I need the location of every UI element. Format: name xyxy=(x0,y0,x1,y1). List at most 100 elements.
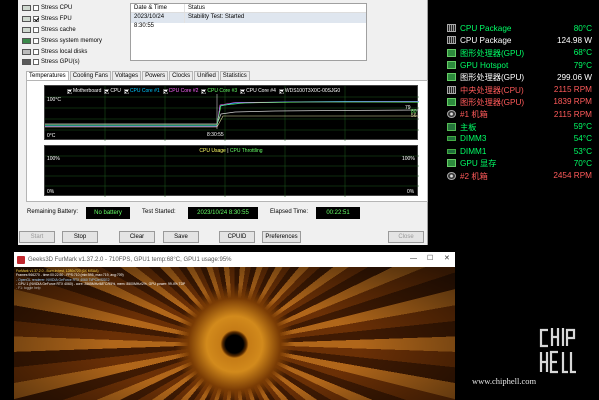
stress-cache-option[interactable]: Stress cache xyxy=(22,25,132,36)
furmark-window: Geeks3D FurMark v1.37.2.0 - 710FPS, GPU1… xyxy=(14,252,455,400)
cpu-usage-title: CPU Usage xyxy=(199,148,226,154)
sensor-row: 图形处理器(GPU) 68°C xyxy=(447,47,592,59)
sensor-row: CPU Package 124.98 W xyxy=(447,34,592,46)
temperature-legend: Motherboard CPU CPU Core #1 CPU Core #2 … xyxy=(67,88,340,94)
clear-button[interactable]: Clear xyxy=(119,231,155,243)
cpuid-button[interactable]: CPUID xyxy=(219,231,255,243)
memory-icon xyxy=(447,148,456,154)
cpu-graph-title: CPU Usage | CPU Throttling xyxy=(45,148,417,154)
legend-cpu-core-2[interactable]: CPU Core #2 xyxy=(162,88,198,94)
battery-value: No battery xyxy=(86,207,130,219)
temp-axis-top: 100°C xyxy=(47,97,61,103)
elapsed-time-value: 00:22:51 xyxy=(316,207,360,219)
stress-disks-checkbox[interactable] xyxy=(33,48,39,55)
cpu-icon xyxy=(447,36,456,45)
sensor-row: DIMM1 53°C xyxy=(447,145,592,157)
stress-options: Stress CPU Stress FPU Stress cache Stres… xyxy=(22,3,132,68)
sensor-row: DIMM3 54°C xyxy=(447,133,592,145)
cache-icon xyxy=(22,26,31,33)
osd-line: - F1: toggle help xyxy=(16,286,41,291)
temperature-graph-canvas xyxy=(45,86,419,141)
legend-ssd[interactable]: WDS100T3X0C-00SJG0 xyxy=(278,88,340,94)
stress-gpu-option[interactable]: Stress GPU(s) xyxy=(22,57,132,68)
furmark-logo-icon xyxy=(17,255,25,264)
action-buttons: Start Stop Clear Save CPUID Preferences … xyxy=(18,231,428,243)
legend-cpu[interactable]: CPU xyxy=(104,88,121,94)
start-button[interactable]: Start xyxy=(19,231,55,243)
gpu-icon xyxy=(447,61,456,70)
sensor-row: CPU Package 80°C xyxy=(447,22,592,34)
close-button[interactable]: Close xyxy=(388,231,424,243)
legend-checkbox[interactable] xyxy=(201,88,207,94)
memory-icon xyxy=(22,37,31,44)
table-row[interactable]: 2023/10/24 8:30:55 Stability Test: Start… xyxy=(131,13,366,29)
temp-right-value-3: 56 xyxy=(411,113,417,119)
maximize-icon[interactable]: ☐ xyxy=(427,255,433,263)
column-date-time[interactable]: Date & Time xyxy=(131,4,185,12)
test-started-value: 2023/10/24 8:30:55 xyxy=(188,207,258,219)
stress-fpu-checkbox[interactable] xyxy=(33,16,39,23)
furmark-osd: FurMark v1.37.2.0 - Burn-in test, 1280x7… xyxy=(16,269,185,290)
stress-gpu-checkbox[interactable] xyxy=(33,59,39,66)
legend-checkbox[interactable] xyxy=(240,88,246,94)
stress-cache-checkbox[interactable] xyxy=(33,26,39,33)
disk-icon xyxy=(22,48,31,55)
stability-test-window: Stress CPU Stress FPU Stress cache Stres… xyxy=(18,0,428,245)
sensor-row: 主板 59°C xyxy=(447,120,592,132)
row-date: 2023/10/24 8:30:55 xyxy=(131,13,185,29)
temp-time-label: 8:30:55 xyxy=(207,132,224,138)
motherboard-icon xyxy=(447,122,456,131)
row-status: Stability Test: Started xyxy=(188,14,245,20)
legend-cpu-core-4[interactable]: CPU Core #4 xyxy=(240,88,276,94)
furmark-render-view[interactable]: FurMark v1.37.2.0 - Burn-in test, 1280x7… xyxy=(14,267,455,400)
gpu-icon xyxy=(447,159,456,168)
temp-right-value-1: 79 xyxy=(405,105,411,111)
minimize-icon[interactable]: — xyxy=(410,255,417,263)
stress-disks-option[interactable]: Stress local disks xyxy=(22,46,132,57)
sensor-panel: CPU Package 80°C CPU Package 124.98 W 图形… xyxy=(447,22,592,182)
stress-memory-option[interactable]: Stress system memory xyxy=(22,35,132,46)
fan-icon xyxy=(447,171,456,180)
cpu-title-separator: | xyxy=(227,148,229,154)
osd-line: - GPU 1 (NVIDIA GeForce RTX 4060) - core… xyxy=(16,281,186,286)
elapsed-time-label: Elapsed Time: xyxy=(270,209,309,215)
save-button[interactable]: Save xyxy=(163,231,199,243)
sensor-row: #2 机箱 2454 RPM xyxy=(447,170,592,182)
legend-checkbox[interactable] xyxy=(162,88,168,94)
legend-checkbox[interactable] xyxy=(123,88,129,94)
cpu-axis-top-right: 100% xyxy=(402,156,415,162)
legend-checkbox[interactable] xyxy=(278,88,284,94)
sensor-row: GPU 显存 70°C xyxy=(447,157,592,169)
stress-fpu-option[interactable]: Stress FPU xyxy=(22,14,132,25)
temp-axis-bottom: 0°C xyxy=(47,133,56,139)
stress-memory-checkbox[interactable] xyxy=(33,37,39,44)
stress-cpu-checkbox[interactable] xyxy=(33,5,39,12)
preferences-button[interactable]: Preferences xyxy=(262,231,301,243)
test-info-row: Remaining Battery: No battery Test Start… xyxy=(18,206,428,220)
cpu-icon xyxy=(447,85,456,94)
test-started-label: Test Started: xyxy=(142,209,176,215)
sensor-row: 图形处理器(GPU) 299.06 W xyxy=(447,71,592,83)
sensor-row: GPU Hotspot 79°C xyxy=(447,59,592,71)
fan-icon xyxy=(447,110,456,119)
stress-cpu-option[interactable]: Stress CPU xyxy=(22,3,132,14)
legend-cpu-core-1[interactable]: CPU Core #1 xyxy=(123,88,160,94)
status-table-header: Date & Time Status xyxy=(131,4,366,13)
legend-motherboard[interactable]: Motherboard xyxy=(67,88,101,94)
gpu-icon xyxy=(447,97,456,106)
status-log-table[interactable]: Date & Time Status 2023/10/24 8:30:55 St… xyxy=(130,3,367,61)
stop-button[interactable]: Stop xyxy=(62,231,98,243)
chiphell-logo-icon xyxy=(539,328,576,374)
legend-checkbox[interactable] xyxy=(67,88,72,94)
cpu-usage-graph: CPU Usage | CPU Throttling 100% 0% 100% … xyxy=(44,145,419,197)
furmark-titlebar[interactable]: Geeks3D FurMark v1.37.2.0 - 710FPS, GPU1… xyxy=(14,252,455,267)
cpu-icon xyxy=(22,5,31,12)
gpu-icon xyxy=(447,73,456,82)
legend-checkbox[interactable] xyxy=(104,88,110,94)
memory-icon xyxy=(447,136,456,142)
battery-label: Remaining Battery: xyxy=(27,209,79,215)
column-status[interactable]: Status xyxy=(185,4,205,12)
fpu-icon xyxy=(22,16,31,23)
close-icon[interactable]: ✕ xyxy=(444,255,450,263)
legend-cpu-core-3[interactable]: CPU Core #3 xyxy=(201,88,237,94)
